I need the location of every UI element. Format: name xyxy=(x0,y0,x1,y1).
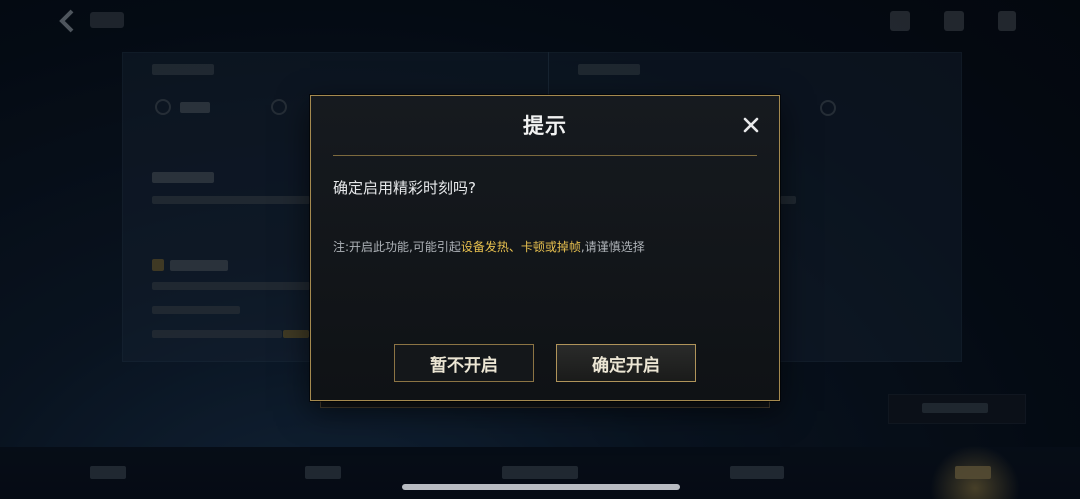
note-separator: 、 xyxy=(508,240,521,254)
close-icon xyxy=(743,117,759,133)
note-suffix: ,请谨慎选择 xyxy=(580,240,645,254)
confirm-dialog: 提示 确定启用精彩时刻吗? 注:开启此功能,可能引起设备发热、卡顿或掉帧,请谨慎… xyxy=(310,95,780,401)
close-button[interactable] xyxy=(739,113,763,137)
note-highlight-lag: 卡顿或掉帧 xyxy=(520,240,581,254)
confirm-button[interactable]: 确定开启 xyxy=(556,344,696,382)
home-indicator[interactable] xyxy=(402,484,680,490)
cancel-button[interactable]: 暂不开启 xyxy=(394,344,534,382)
title-divider xyxy=(333,155,757,156)
dialog-shadow-edge xyxy=(320,401,770,408)
dialog-title: 提示 xyxy=(523,114,567,138)
dialog-note: 注:开启此功能,可能引起设备发热、卡顿或掉帧,请谨慎选择 xyxy=(333,238,645,255)
note-prefix: 注:开启此功能,可能引起 xyxy=(333,240,461,254)
note-highlight-heat: 设备发热 xyxy=(460,240,509,254)
dialog-question: 确定启用精彩时刻吗? xyxy=(333,179,476,197)
